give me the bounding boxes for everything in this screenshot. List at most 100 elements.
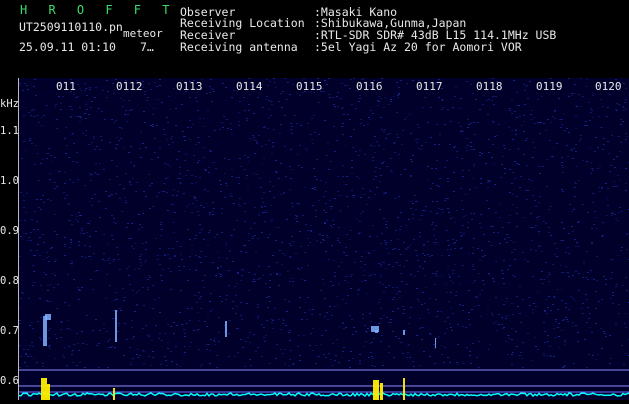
noise-speckle (119, 127, 121, 128)
noise-speckle (80, 117, 82, 118)
noise-speckle (396, 134, 398, 135)
noise-speckle (494, 184, 496, 185)
noise-speckle (513, 80, 515, 81)
noise-speckle (587, 279, 589, 280)
noise-speckle (111, 119, 113, 120)
noise-speckle (254, 223, 256, 224)
noise-speckle (552, 156, 554, 157)
noise-speckle (89, 246, 91, 247)
noise-speckle (257, 279, 259, 280)
noise-speckle (390, 170, 392, 171)
noise-speckle (582, 204, 584, 205)
noise-speckle (566, 145, 568, 146)
noise-speckle (160, 222, 162, 223)
noise-speckle (135, 191, 137, 192)
noise-speckle (109, 195, 111, 196)
noise-speckle (305, 224, 307, 225)
noise-speckle (41, 125, 43, 126)
noise-speckle (167, 164, 169, 165)
noise-speckle (452, 270, 454, 271)
noise-speckle (207, 245, 209, 246)
noise-speckle (472, 247, 474, 248)
noise-speckle (458, 276, 460, 277)
noise-speckle (153, 108, 155, 109)
noise-speckle (161, 280, 163, 281)
noise-speckle (323, 240, 325, 241)
noise-speckle (419, 328, 421, 329)
noise-speckle (88, 144, 90, 145)
noise-speckle (167, 254, 169, 255)
noise-speckle (307, 297, 309, 298)
noise-speckle (164, 333, 166, 334)
noise-speckle (356, 176, 358, 177)
noise-speckle (284, 255, 286, 256)
noise-speckle (261, 146, 263, 147)
noise-speckle (250, 365, 252, 366)
noise-speckle (384, 193, 386, 194)
freq-tick-4: 0.8 (0, 275, 19, 287)
noise-speckle (198, 215, 200, 216)
noise-speckle (161, 229, 163, 230)
noise-speckle (359, 95, 361, 96)
noise-speckle (155, 238, 157, 239)
noise-speckle (445, 283, 447, 284)
noise-speckle (285, 325, 287, 326)
noise-speckle (158, 297, 160, 298)
noise-speckle (163, 129, 165, 130)
noise-speckle (266, 212, 268, 213)
noise-speckle (479, 294, 481, 295)
noise-speckle (501, 164, 503, 165)
noise-speckle (289, 340, 291, 341)
noise-speckle (213, 340, 215, 341)
noise-speckle (443, 362, 445, 363)
noise-speckle (547, 335, 549, 336)
noise-speckle (221, 208, 223, 209)
noise-speckle (203, 126, 205, 127)
noise-speckle (278, 285, 280, 286)
noise-speckle (203, 207, 205, 208)
noise-speckle (206, 349, 208, 350)
noise-speckle (118, 259, 120, 260)
noise-speckle (522, 299, 524, 300)
noise-speckle (353, 129, 355, 130)
noise-speckle (468, 290, 470, 291)
noise-speckle (152, 308, 154, 309)
noise-speckle (558, 336, 560, 337)
noise-speckle (91, 101, 93, 102)
noise-speckle (454, 264, 456, 265)
noise-speckle (270, 205, 272, 206)
noise-speckle (314, 132, 316, 133)
noise-speckle (368, 357, 370, 358)
noise-speckle (151, 340, 153, 341)
noise-speckle (173, 333, 175, 334)
noise-speckle (375, 167, 377, 168)
noise-speckle (269, 287, 271, 288)
noise-speckle (468, 253, 470, 254)
noise-speckle (49, 328, 51, 329)
noise-speckle (547, 341, 549, 342)
noise-speckle (142, 287, 144, 288)
noise-speckle (365, 280, 367, 281)
noise-speckle (514, 111, 516, 112)
noise-speckle (267, 128, 269, 129)
noise-speckle (140, 265, 142, 266)
noise-speckle (304, 187, 306, 188)
noise-speckle (388, 253, 390, 254)
noise-speckle (473, 149, 475, 150)
noise-speckle (453, 191, 455, 192)
noise-speckle (134, 269, 136, 270)
noise-speckle (509, 215, 511, 216)
noise-speckle (470, 363, 472, 364)
noise-speckle (432, 183, 434, 184)
noise-speckle (245, 252, 247, 253)
noise-speckle (507, 315, 509, 316)
noise-speckle (483, 284, 485, 285)
noise-speckle (257, 347, 259, 348)
noise-speckle (351, 104, 353, 105)
noise-speckle (249, 332, 251, 333)
noise-speckle (54, 188, 56, 189)
noise-speckle (139, 148, 141, 149)
noise-speckle (254, 281, 256, 282)
noise-speckle (462, 131, 464, 132)
noise-speckle (167, 324, 169, 325)
